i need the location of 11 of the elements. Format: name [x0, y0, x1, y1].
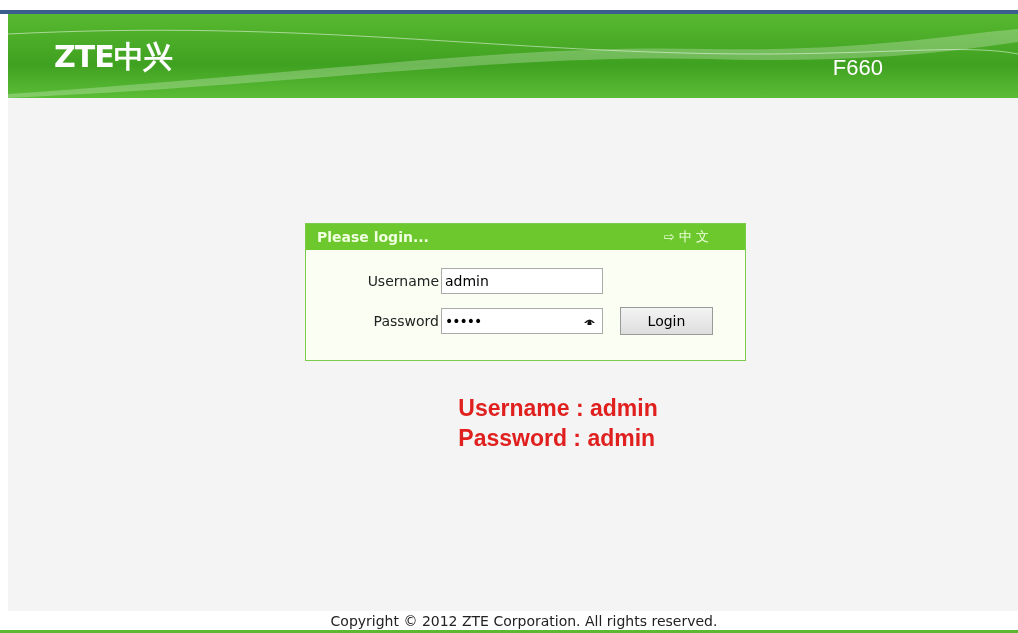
credentials-note: Username : admin [458, 394, 658, 423]
copyright-text: Copyright © 2012 ZTE Corporation. All rights reserved. [330, 613, 718, 629]
credentials-note: Password : admin [458, 424, 657, 453]
model-name: F660 [832, 53, 883, 82]
field-label: Password [372, 311, 440, 331]
panel-title: Please login... [317, 227, 429, 247]
login-button[interactable]: Login [620, 307, 713, 335]
username-field[interactable]: admin [441, 268, 603, 294]
logo: ZTE中兴 [54, 37, 172, 76]
password-field[interactable]: ••••• [441, 308, 603, 334]
field-label: Username [366, 271, 440, 291]
